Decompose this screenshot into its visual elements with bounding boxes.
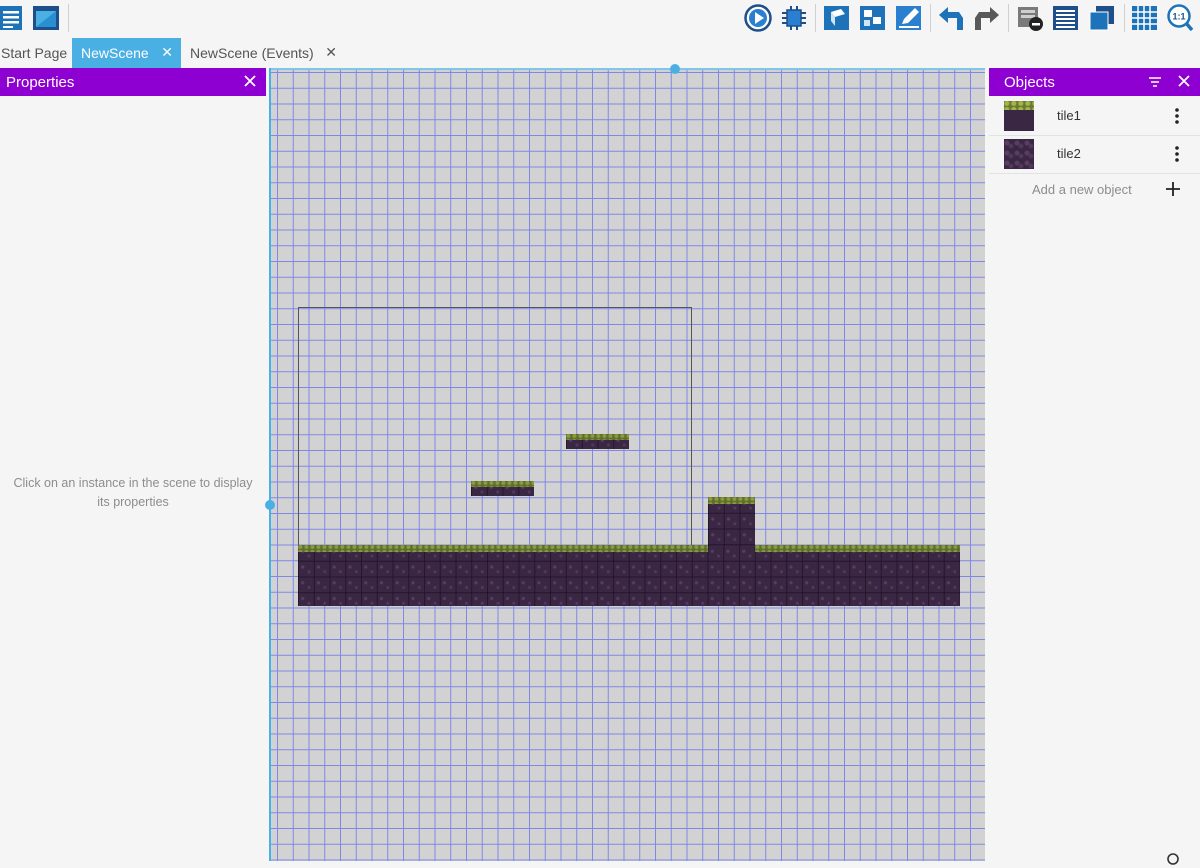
panel-title: Objects [1004,73,1055,91]
more-options-icon[interactable] [1172,107,1182,125]
tab-label: NewScene [81,45,149,61]
toolbar-separator [1124,4,1125,32]
platform-grass [566,434,629,440]
toolbar-separator [930,4,931,32]
search-icon[interactable] [1166,852,1182,868]
add-object-button[interactable]: Add a new object [989,178,1200,202]
start-page-icon[interactable] [32,4,60,32]
filter-icon[interactable] [1148,75,1162,89]
properties-empty-message: Click on an instance in the scene to dis… [0,474,266,512]
properties-panel-header: Properties [0,68,266,96]
project-manager-icon[interactable] [0,4,28,32]
tab-bar: Start Page NewScene ✕ NewScene (Events) … [0,38,1200,68]
close-icon[interactable]: ✕ [325,44,337,60]
canvas-left-edge [269,68,271,861]
delete-icon[interactable] [1016,4,1044,32]
zoom-reset-label: 1:1 [1172,12,1185,22]
layers-icon[interactable] [823,4,851,32]
instances-icon[interactable] [859,4,887,32]
resize-handle-top[interactable] [670,64,680,74]
object-name: tile2 [1057,146,1081,161]
resize-handle-left[interactable] [265,500,275,510]
edit-object-icon[interactable] [895,4,923,32]
instances-list-icon[interactable] [1052,4,1080,32]
toolbar-separator [815,4,816,32]
properties-panel: Click on an instance in the scene to dis… [0,96,266,861]
toolbar: 1:1 [0,0,1200,38]
ground-grass [298,545,708,552]
divider [989,173,1200,174]
tab-newscene[interactable]: NewScene ✕ [72,38,181,68]
tab-label: NewScene (Events) [190,45,314,61]
preview-icon[interactable] [744,4,772,32]
close-icon[interactable]: ✕ [161,44,173,60]
ground-grass [755,545,960,552]
add-object-label: Add a new object [1032,182,1132,197]
layer-icon[interactable] [1088,4,1116,32]
panel-title: Properties [6,73,75,91]
toolbar-separator [1008,4,1009,32]
close-icon[interactable] [1176,73,1192,89]
debug-icon[interactable] [780,4,808,32]
message-line: Click on an instance in the scene to dis… [13,476,253,490]
window-bounds [298,307,692,549]
grid-icon[interactable] [1131,4,1159,32]
canvas-top-edge [270,68,985,70]
ground-tiles[interactable] [298,545,960,606]
dirt-tile-icon [1004,139,1034,169]
redo-icon[interactable] [973,4,1001,32]
toolbar-separator [68,4,69,32]
more-options-icon[interactable] [1172,145,1182,163]
plus-icon[interactable] [1165,181,1181,197]
pillar-grass [708,497,755,504]
tab-newscene-events[interactable]: NewScene (Events) ✕ [181,38,343,68]
object-list-item[interactable]: tile1 [989,97,1200,135]
zoom-reset-icon[interactable]: 1:1 [1166,4,1194,32]
close-icon[interactable] [242,73,258,89]
object-name: tile1 [1057,108,1081,123]
tab-label: Start Page [1,45,68,61]
objects-panel [989,96,1200,861]
undo-icon[interactable] [937,4,965,32]
scene-canvas[interactable] [270,68,985,861]
objects-panel-header: Objects [989,68,1200,96]
grass-tile-icon [1004,101,1034,131]
message-line: its properties [97,495,169,509]
object-list-item[interactable]: tile2 [989,135,1200,173]
tab-start-page[interactable]: Start Page [0,38,72,68]
pillar-tiles[interactable] [708,497,755,547]
platform-grass [471,481,534,487]
